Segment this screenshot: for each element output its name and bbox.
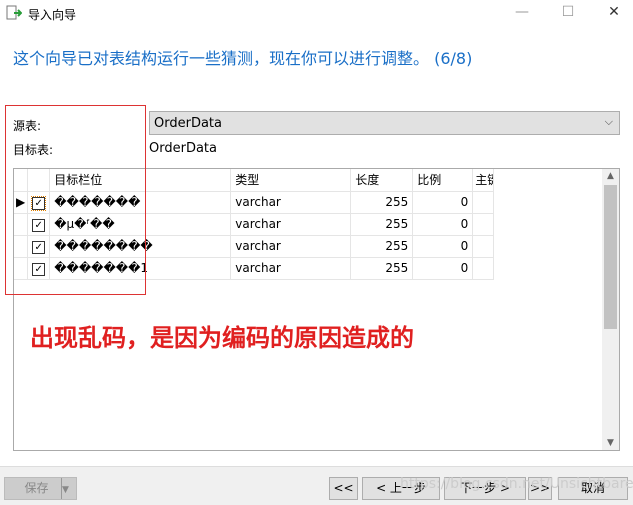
scrollbar-thumb[interactable]: [604, 185, 617, 329]
maximize-button[interactable]: ☐: [558, 4, 578, 20]
field-scale[interactable]: 0: [412, 257, 474, 280]
highlight-box: [5, 105, 146, 295]
annotation-text: 出现乱码，是因为编码的原因造成的: [30, 324, 414, 352]
field-type[interactable]: varchar: [230, 235, 352, 258]
field-length[interactable]: 255: [350, 213, 414, 236]
scroll-up-icon[interactable]: ▲: [602, 171, 619, 181]
chevron-down-icon: ▼: [62, 485, 69, 495]
field-scale[interactable]: 0: [412, 213, 474, 236]
field-primary-key[interactable]: [472, 235, 495, 258]
import-wizard-icon: [6, 5, 22, 20]
first-button[interactable]: <<: [329, 477, 358, 500]
field-length[interactable]: 255: [350, 191, 414, 214]
column-header-length[interactable]: 长度: [350, 169, 414, 192]
field-primary-key[interactable]: [472, 213, 495, 236]
field-type[interactable]: varchar: [230, 257, 352, 280]
column-header-scale[interactable]: 比例: [412, 169, 474, 192]
column-header-primary-key[interactable]: 主键: [472, 169, 495, 192]
scroll-down-icon[interactable]: ▼: [602, 438, 619, 448]
vertical-scrollbar[interactable]: ▲ ▼: [602, 169, 619, 450]
minimize-button[interactable]: —: [512, 4, 532, 20]
field-scale[interactable]: 0: [412, 235, 474, 258]
field-length[interactable]: 255: [350, 257, 414, 280]
column-header-type[interactable]: 类型: [230, 169, 352, 192]
window-title: 导入向导: [28, 8, 77, 22]
field-type[interactable]: varchar: [230, 213, 352, 236]
chevron-down-icon: ⌵: [604, 115, 613, 128]
save-label: 保存: [12, 478, 63, 499]
watermark: https://blog.csdn.net/Unsichtbareit: [400, 476, 633, 492]
field-length[interactable]: 255: [350, 235, 414, 258]
wizard-heading: 这个向导已对表结构运行一些猜测，现在你可以进行调整。 (6/8): [13, 49, 473, 68]
field-primary-key[interactable]: [472, 257, 495, 280]
source-table-select[interactable]: OrderData ⌵: [149, 111, 620, 135]
source-table-value: OrderData: [154, 116, 222, 131]
field-primary-key[interactable]: [472, 191, 495, 214]
field-type[interactable]: varchar: [230, 191, 352, 214]
title-bar: 导入向导 — ☐ ✕: [0, 0, 633, 30]
field-scale[interactable]: 0: [412, 191, 474, 214]
save-button[interactable]: 保存 ▼: [4, 477, 77, 500]
target-table-value: OrderData: [149, 141, 217, 156]
close-button[interactable]: ✕: [604, 4, 624, 20]
